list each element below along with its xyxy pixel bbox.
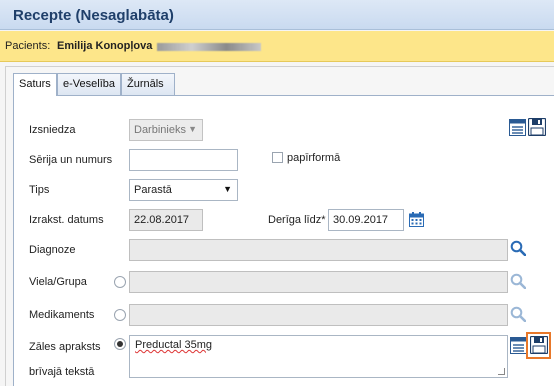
valid-until-input[interactable]: 30.09.2017: [328, 209, 404, 231]
free-text-label-line2: brīvajā tekstā: [29, 366, 95, 378]
type-value: Parastā: [134, 184, 172, 196]
paper-checkbox[interactable]: [272, 152, 283, 163]
issue-date-label: Izrakst. datums: [29, 214, 104, 226]
search-icon[interactable]: [510, 273, 527, 292]
list-icon[interactable]: [509, 119, 526, 139]
paper-label: papīrformā: [287, 152, 341, 164]
search-icon[interactable]: [510, 240, 527, 259]
save-icon[interactable]: [527, 117, 547, 139]
series-input[interactable]: [129, 149, 238, 171]
type-label: Tips: [29, 184, 50, 196]
valid-until-label: Derīga līdz*: [268, 214, 326, 226]
resize-handle[interactable]: [498, 368, 505, 375]
free-text-label-line1: Zāles apraksts: [29, 341, 101, 353]
substance-radio[interactable]: [114, 276, 126, 288]
free-text-textarea[interactable]: Preductal 35mg: [129, 335, 508, 378]
redacted-surname: [157, 43, 261, 51]
save-icon[interactable]: [529, 335, 549, 357]
calendar-icon[interactable]: [409, 212, 424, 230]
substance-input[interactable]: [129, 271, 508, 293]
tab-e-veseliba[interactable]: e-Veselība: [57, 73, 121, 95]
chevron-down-icon: ▼: [223, 184, 232, 194]
issuer-label: Izsniedza: [29, 124, 76, 136]
diagnosis-label: Diagnoze: [29, 244, 76, 256]
list-icon[interactable]: [510, 337, 527, 357]
issuer-select[interactable]: Darbinieks ▼: [129, 119, 203, 141]
issue-date-field: 22.08.2017: [129, 209, 203, 231]
tab-saturs[interactable]: Saturs: [13, 73, 57, 96]
medication-radio[interactable]: [114, 309, 126, 321]
patient-name: Emilija Konopļova: [57, 40, 153, 52]
series-label: Sērija un numurs: [29, 154, 113, 166]
free-text-value: Preductal 35mg: [135, 339, 213, 351]
issuer-value: Darbinieks: [134, 124, 186, 136]
patient-bar: Pacients: Emilija Konopļova: [0, 31, 554, 62]
window-title: Recepte (Nesaglabāta): [13, 7, 174, 24]
chevron-down-icon: ▼: [188, 124, 197, 134]
patient-label: Pacients:: [5, 40, 51, 52]
medication-input[interactable]: [129, 304, 508, 326]
free-text-radio[interactable]: [114, 338, 126, 350]
type-select[interactable]: Parastā ▼: [129, 179, 238, 201]
tab-zurnals[interactable]: Žurnāls: [121, 73, 175, 95]
diagnosis-input[interactable]: [129, 239, 508, 261]
substance-label: Viela/Grupa: [29, 276, 87, 288]
title-bar: Recepte (Nesaglabāta): [0, 0, 554, 30]
medication-label: Medikaments: [29, 309, 95, 321]
search-icon[interactable]: [510, 306, 527, 325]
